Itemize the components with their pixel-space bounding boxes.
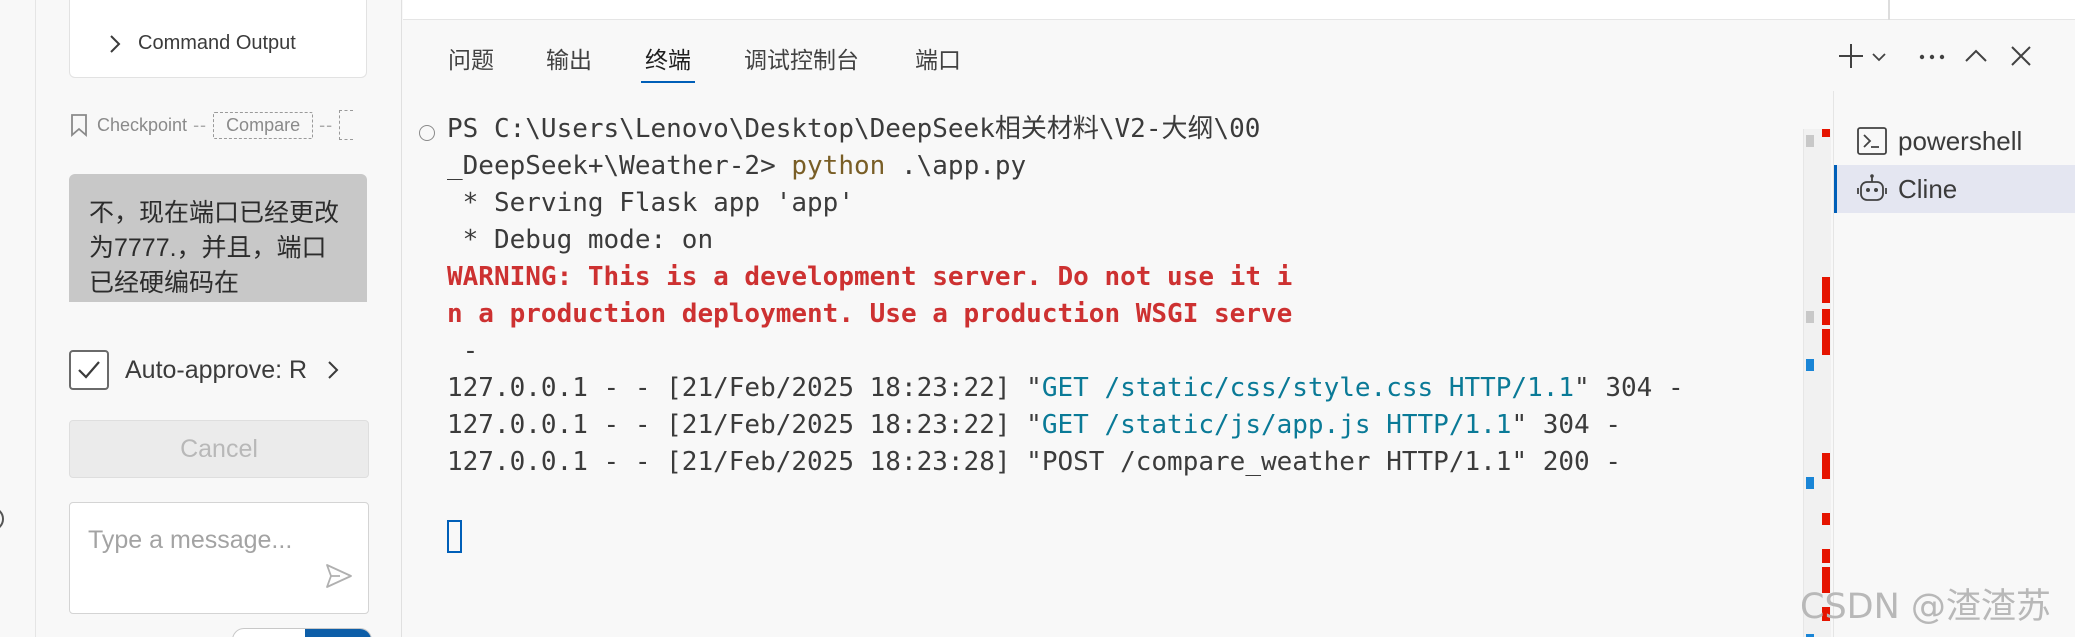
activity-bar <box>0 0 36 637</box>
ruler-marker <box>1806 135 1814 147</box>
editor-area <box>403 0 2075 20</box>
log-status: " 304 - <box>1574 373 1684 403</box>
compare-button[interactable]: Compare <box>213 111 314 139</box>
auto-approve-label: Auto-approve: R <box>125 355 308 384</box>
restore-button[interactable] <box>339 110 354 140</box>
account-icon[interactable] <box>0 506 12 532</box>
tab-debug-console[interactable]: 调试控制台 <box>744 43 859 83</box>
ruler-marker <box>1806 359 1814 371</box>
command-output-label: Command Output <box>138 32 296 54</box>
log-line: 127.0.0.1 - - [21/Feb/2025 18:23:22] "GE… <box>447 407 1621 444</box>
divider: -- <box>319 114 334 135</box>
robot-icon <box>1857 174 1887 201</box>
cancel-button[interactable]: Cancel <box>69 420 369 478</box>
ruler-marker <box>1822 309 1830 325</box>
terminal-session-cline[interactable]: Cline <box>1834 165 2075 213</box>
mode-toggle[interactable] <box>232 628 372 637</box>
log-prefix: 127.0.0.1 - - [21/Feb/2025 18:23:28] " <box>447 447 1042 477</box>
ruler-marker <box>1806 311 1814 323</box>
overview-ruler[interactable] <box>1803 129 1831 637</box>
ruler-marker <box>1822 129 1830 137</box>
log-line: 127.0.0.1 - - [21/Feb/2025 18:23:28] "PO… <box>447 444 1621 481</box>
tab-ports[interactable]: 端口 <box>915 43 961 83</box>
plus-icon[interactable] <box>1836 41 1866 71</box>
checkmark-icon <box>78 361 100 379</box>
terminal-line: - <box>447 336 479 366</box>
ruler-marker <box>1822 513 1830 525</box>
command-name: python <box>791 151 886 181</box>
close-icon[interactable] <box>2006 41 2036 71</box>
log-request: POST /compare_weather HTTP/1.1 <box>1041 447 1512 477</box>
terminal-output[interactable]: PS C:\Users\Lenovo\Desktop\DeepSeek相关材料\… <box>403 111 1803 631</box>
terminal-cursor <box>447 520 462 553</box>
terminal-line: * Debug mode: on <box>447 225 714 255</box>
cline-chat-panel: Command Output Checkpoint -- Compare -- … <box>37 0 402 637</box>
terminal-session-label: Cline <box>1898 173 1958 204</box>
chevron-down-icon[interactable] <box>1869 47 1889 67</box>
log-request: GET /static/css/style.css HTTP/1.1 <box>1041 373 1575 403</box>
warning-line: WARNING: This is a development server. D… <box>447 262 1293 292</box>
terminal-line: PS C:\Users\Lenovo\Desktop\DeepSeek相关材料\… <box>447 114 1261 144</box>
auto-approve-toggle[interactable]: Auto-approve: R <box>69 348 369 392</box>
mode-toggle-active <box>305 629 371 637</box>
chevron-up-icon[interactable] <box>1961 41 1991 71</box>
ruler-marker <box>1822 453 1830 479</box>
ruler-marker <box>1806 477 1814 489</box>
divider <box>1888 0 1890 20</box>
message-input[interactable]: Type a message... <box>69 502 369 614</box>
tab-output[interactable]: 输出 <box>546 43 592 83</box>
ruler-marker <box>1822 277 1830 303</box>
terminal-line: * Serving Flask app 'app' <box>447 188 854 218</box>
command-output-toggle[interactable]: Command Output <box>69 0 367 78</box>
message-input-placeholder: Type a message... <box>88 526 293 554</box>
tab-problems[interactable]: 问题 <box>448 43 494 83</box>
settings-icon[interactable] <box>0 598 12 624</box>
log-request: GET /static/js/app.js HTTP/1.1 <box>1041 410 1512 440</box>
watermark: CSDN @渣渣苏 <box>1800 587 2051 627</box>
bookmark-icon <box>71 114 87 137</box>
user-message: 不，现在端口已经更改为7777.，并且，端口已经硬编码在 <box>69 174 367 302</box>
terminal-session-list: powershell Cline <box>1833 91 2075 637</box>
chevron-right-icon <box>110 34 121 53</box>
checkpoint-label: Checkpoint <box>97 114 188 135</box>
auto-approve-checkbox[interactable] <box>69 350 109 390</box>
log-line: 127.0.0.1 - - [21/Feb/2025 18:23:22] "GE… <box>447 370 1684 407</box>
chevron-right-icon[interactable] <box>321 358 345 382</box>
log-prefix: 127.0.0.1 - - [21/Feb/2025 18:23:22] " <box>447 410 1042 440</box>
checkpoint-row: Checkpoint -- Compare -- <box>69 110 354 140</box>
ruler-marker <box>1822 549 1830 563</box>
send-icon[interactable] <box>324 561 354 591</box>
terminal-icon <box>1857 127 1887 155</box>
command-args: .\app.py <box>885 151 1027 181</box>
log-status: " 304 - <box>1511 410 1622 440</box>
ruler-marker <box>1822 329 1830 355</box>
prompt-path: _DeepSeek+\Weather-2> <box>447 151 792 181</box>
panel-tab-bar: 问题 输出 终端 调试控制台 端口 <box>403 21 2075 91</box>
log-status: " 200 - <box>1511 447 1622 477</box>
bottom-panel: 问题 输出 终端 调试控制台 端口 PS C:\Users\Lenovo\Des… <box>403 21 2075 637</box>
warning-line: n a production deployment. Use a product… <box>447 299 1293 329</box>
divider: -- <box>193 114 208 135</box>
terminal-session-powershell[interactable]: powershell <box>1834 117 2075 165</box>
log-prefix: 127.0.0.1 - - [21/Feb/2025 18:23:22] " <box>447 373 1042 403</box>
tab-terminal[interactable]: 终端 <box>641 43 695 83</box>
terminal-session-label: powershell <box>1898 125 2023 156</box>
command-status-icon <box>419 125 435 141</box>
terminal-line: _DeepSeek+\Weather-2> python .\app.py <box>447 148 1026 185</box>
more-icon[interactable] <box>1917 41 1947 71</box>
